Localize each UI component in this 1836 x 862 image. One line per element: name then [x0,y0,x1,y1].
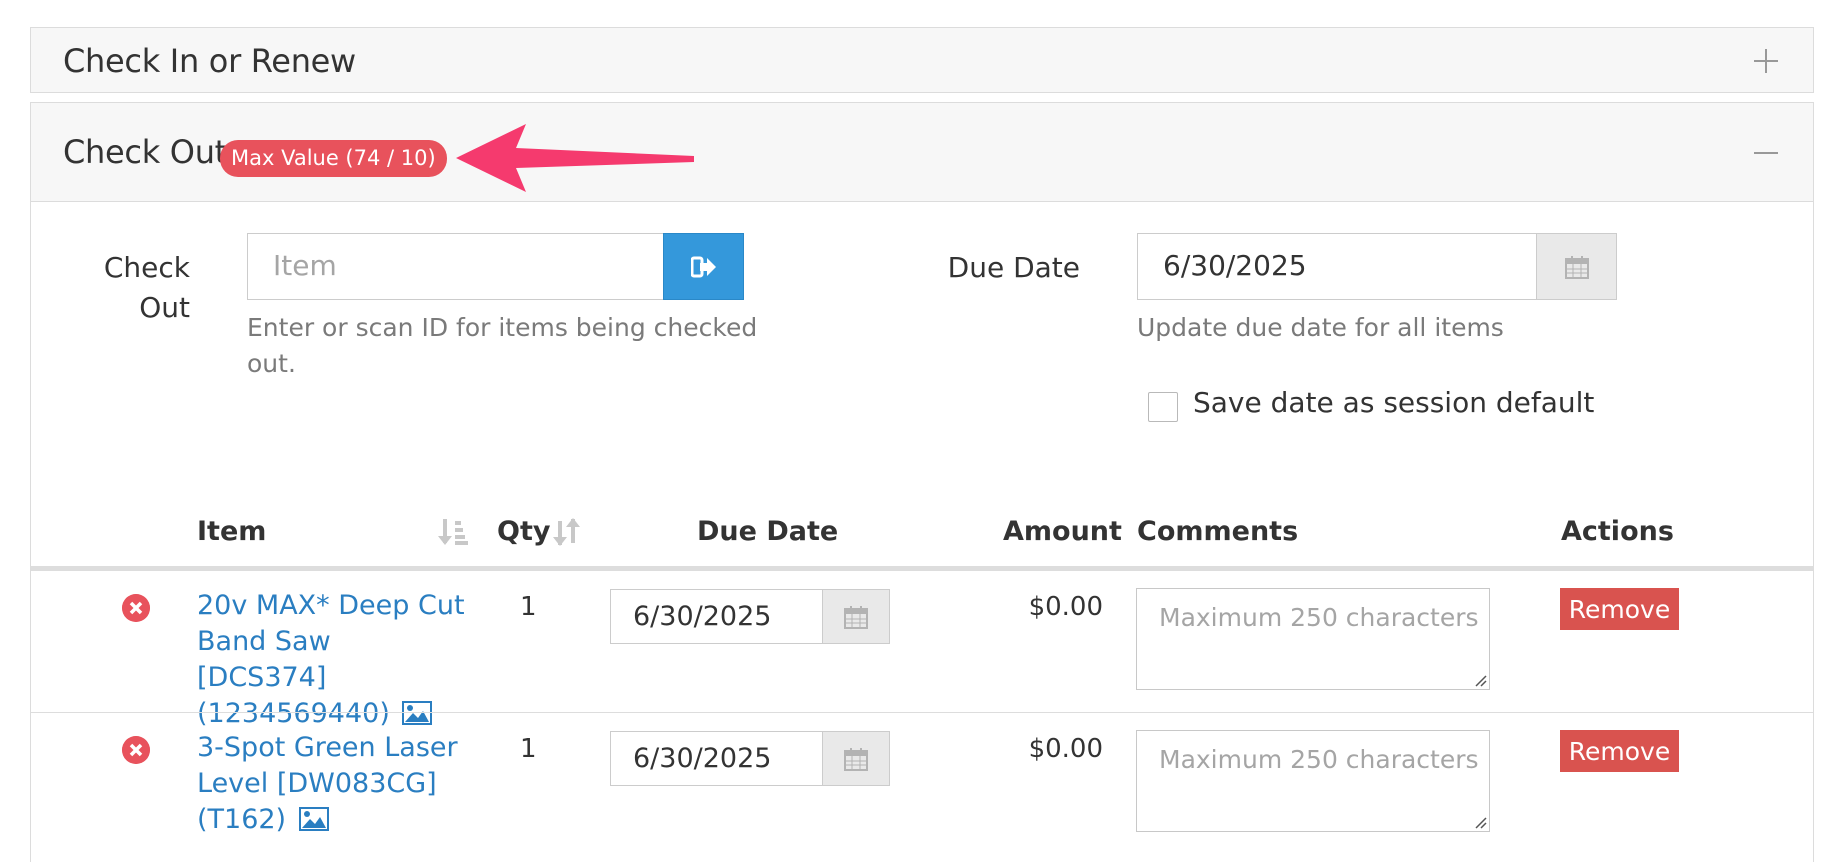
row-qty: 1 [520,592,537,622]
item-help-line2: out. [247,349,296,378]
row-amount: $0.00 [1028,734,1103,764]
column-header-comments: Comments [1137,516,1299,547]
image-icon[interactable] [298,807,329,831]
item-help-line1: Enter or scan ID for items being checked [247,313,758,342]
item-id: (T162) [197,804,287,835]
item-name-line1: 20v MAX* Deep Cut [197,590,465,621]
item-input[interactable]: Item [247,233,664,300]
checkout-panel-title: Check Out [63,133,227,171]
checkin-panel-title: Check In or Renew [63,42,356,80]
item-name-line3: (T162) [197,802,467,838]
column-header-item[interactable]: Item [197,516,266,547]
save-default-label: Save date as session default [1193,386,1595,419]
item-help-text: Enter or scan ID for items being checked… [247,310,757,382]
calendar-icon [844,605,868,629]
item-link[interactable]: 3-Spot Green Laser Level [DW083CG] (T162… [197,730,467,838]
remove-button[interactable]: Remove [1560,588,1679,630]
max-value-badge: Max Value (74 / 10) [220,140,447,177]
minus-icon[interactable] [1751,138,1781,168]
row-qty: 1 [520,734,537,764]
checkout-label-line2: Out [139,291,190,324]
remove-circle-icon[interactable] [122,736,150,764]
table-header-divider [31,566,1813,571]
sign-out-icon [690,256,716,277]
item-id: (1234569440) [197,698,390,729]
checkout-label: Check Out [90,248,190,328]
row-divider [31,712,1813,713]
item-name-line1: 3-Spot Green Laser [197,732,458,763]
checkout-label-line1: Check [103,251,190,284]
column-header-qty[interactable]: Qty [497,516,550,547]
sort-icon[interactable] [553,517,581,547]
row-comment-textarea[interactable]: Maximum 250 characters [1136,730,1490,832]
row-due-date-calendar-button[interactable] [822,731,890,786]
row-amount: $0.00 [1028,592,1103,622]
item-link[interactable]: 20v MAX* Deep Cut Band Saw [DCS374] (123… [197,588,467,732]
checkin-panel-heading[interactable]: Check In or Renew [30,27,1814,93]
item-name-line2: Band Saw [DCS374] [197,626,331,693]
sort-alpha-icon[interactable] [437,517,469,547]
checkout-submit-button[interactable] [663,233,744,300]
row-comment-textarea[interactable]: Maximum 250 characters [1136,588,1490,690]
resize-handle-icon[interactable] [1473,673,1487,687]
resize-handle-icon[interactable] [1473,815,1487,829]
remove-circle-icon[interactable] [122,594,150,622]
calendar-icon [1564,255,1589,279]
due-date-help-text: Update due date for all items [1137,313,1504,342]
row-due-date-input[interactable]: 6/30/2025 [610,589,823,644]
column-header-actions: Actions [1561,516,1674,547]
column-header-due-date: Due Date [697,516,839,547]
calendar-icon [844,747,868,771]
due-date-label: Due Date [947,251,1080,284]
due-date-input[interactable]: 6/30/2025 [1137,233,1537,300]
row-comment-placeholder: Maximum 250 characters [1159,603,1479,632]
row-comment-placeholder: Maximum 250 characters [1159,745,1479,774]
remove-button[interactable]: Remove [1560,730,1679,772]
due-date-calendar-button[interactable] [1536,233,1617,300]
save-default-checkbox[interactable] [1148,392,1178,422]
column-header-amount: Amount [1003,516,1122,547]
item-name-line2: Level [DW083CG] [197,768,437,799]
item-name-line3: (1234569440) [197,696,467,732]
row-due-date-input[interactable]: 6/30/2025 [610,731,823,786]
image-icon[interactable] [402,701,433,725]
row-due-date-calendar-button[interactable] [822,589,890,644]
plus-icon[interactable] [1751,46,1781,76]
arrow-icon [456,124,694,192]
